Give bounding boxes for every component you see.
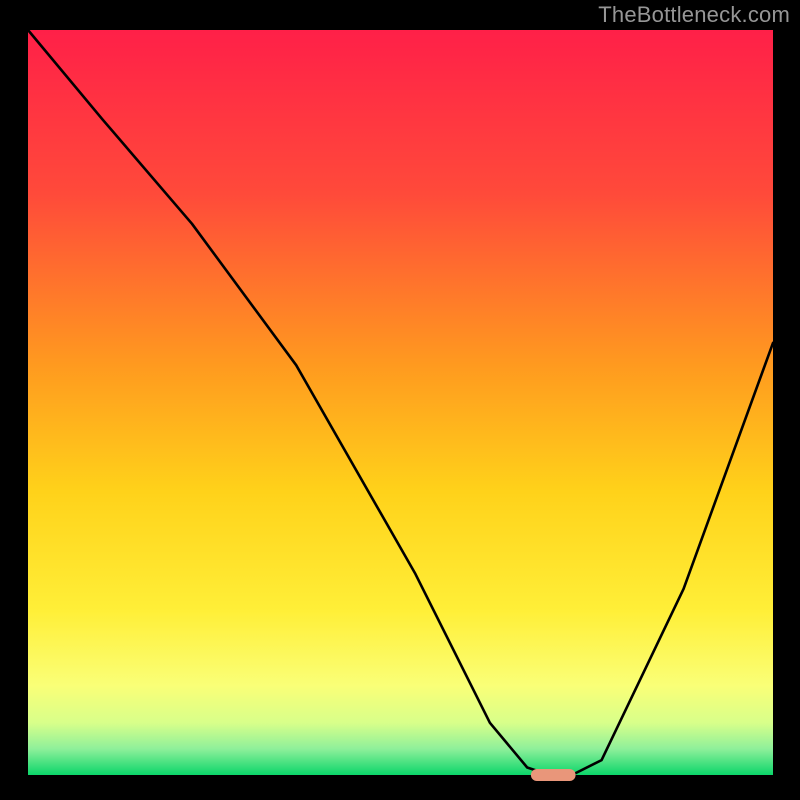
chart-stage: TheBottleneck.com [0,0,800,800]
plot-background [28,30,773,775]
nadir-marker [531,769,576,781]
watermark-text: TheBottleneck.com [598,2,790,28]
chart-svg [0,0,800,800]
